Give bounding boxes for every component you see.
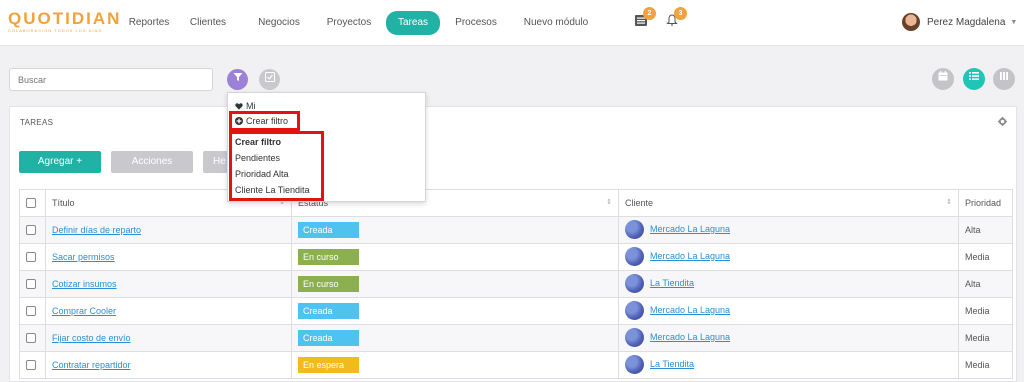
row-checkbox[interactable] [26, 225, 36, 236]
table-row[interactable]: Fijar costo de envío Creada Mercado La L… [19, 324, 1013, 352]
logo-tagline: COLABORACIÓN TODOS LOS DÍAS [8, 28, 102, 33]
task-title-link[interactable]: Contratar repartidor [52, 360, 131, 370]
top-navbar: QUOTIDIAN COLABORACIÓN TODOS LOS DÍAS Re… [0, 0, 1024, 46]
nav-tareas[interactable]: Tareas [386, 11, 440, 35]
nav-proyectos[interactable]: Proyectos [323, 13, 375, 33]
priority-cell: Media [958, 324, 1013, 352]
row-checkbox[interactable] [26, 333, 36, 344]
columns-icon [1000, 72, 1008, 80]
columns-view-button[interactable] [993, 68, 1015, 90]
tasks-table: Título ⇕ Estatus ⇕ Cliente ⇕ Prioridad Defi… [19, 189, 1013, 379]
table-row[interactable]: Definir días de reparto Creada Mercado L… [19, 216, 1013, 244]
client-link[interactable]: Mercado La Laguna [650, 305, 730, 315]
client-link[interactable]: La Tiendita [650, 359, 694, 369]
list-icon [969, 72, 979, 80]
priority-cell: Media [958, 243, 1013, 271]
tasks-badge: 2 [643, 7, 656, 20]
app-logo[interactable]: QUOTIDIAN COLABORACIÓN TODOS LOS DÍAS [8, 9, 122, 38]
tasks-panel: TAREAS Agregar + Acciones He Título ⇕ Est… [9, 106, 1017, 382]
client-link[interactable]: Mercado La Laguna [650, 224, 730, 234]
filter-button[interactable] [227, 69, 248, 90]
avatar [902, 13, 920, 31]
nav-reportes[interactable]: Reportes [125, 13, 173, 33]
task-title-link[interactable]: Cotizar insumos [52, 279, 117, 289]
status-badge: Creada [298, 222, 359, 238]
row-checkbox[interactable] [26, 279, 36, 290]
chevron-down-icon: ▼ [1010, 18, 1018, 26]
search-input[interactable] [9, 68, 213, 91]
calendar-view-button[interactable] [932, 68, 954, 90]
header-client[interactable]: Cliente ⇕ [618, 189, 959, 217]
priority-cell: Media [958, 297, 1013, 325]
task-title-link[interactable]: Definir días de reparto [52, 225, 141, 235]
actions-button[interactable]: Acciones [111, 151, 193, 173]
calendar-icon [938, 71, 948, 81]
client-link[interactable]: Mercado La Laguna [650, 251, 730, 261]
row-checkbox[interactable] [26, 360, 36, 371]
logo-text: QUOTIDIAN [8, 9, 122, 28]
client-link[interactable]: Mercado La Laguna [650, 332, 730, 342]
heart-icon [235, 103, 243, 110]
priority-cell: Media [958, 351, 1013, 379]
select-all-checkbox[interactable] [19, 189, 46, 217]
status-badge: En curso [298, 249, 359, 265]
nav-procesos[interactable]: Procesos [453, 13, 499, 33]
task-title-link[interactable]: Comprar Cooler [52, 306, 116, 316]
status-badge: En espera [298, 357, 359, 373]
row-checkbox[interactable] [26, 252, 36, 263]
status-badge: Creada [298, 303, 359, 319]
nav-negocios[interactable]: Negocios [255, 13, 303, 33]
notifications-badge: 3 [674, 7, 687, 20]
tasks-icon[interactable]: 2 [633, 7, 656, 30]
check-button[interactable] [259, 69, 280, 90]
header-priority[interactable]: Prioridad [958, 189, 1013, 217]
table-header-row: Título ⇕ Estatus ⇕ Cliente ⇕ Prioridad [19, 189, 1013, 217]
task-title-link[interactable]: Sacar permisos [52, 252, 115, 262]
gear-icon[interactable] [998, 117, 1007, 129]
nav-nuevo-modulo[interactable]: Nuevo módulo [522, 13, 590, 33]
client-avatar [625, 327, 644, 347]
nav-clientes[interactable]: Clientes [187, 13, 229, 33]
sort-icon[interactable]: ⇕ [606, 198, 612, 206]
table-row[interactable]: Cotizar insumos En curso La Tiendita Alt… [19, 270, 1013, 298]
table-row[interactable]: Sacar permisos En curso Mercado La Lagun… [19, 243, 1013, 271]
highlight-box-filters [229, 131, 324, 201]
client-avatar [625, 273, 644, 293]
check-icon [264, 72, 275, 82]
task-title-link[interactable]: Fijar costo de envío [52, 333, 131, 343]
highlight-box-create-filter [229, 111, 300, 131]
filter-dropdown: Mi Crear filtro Crear filtro Pendientes … [227, 92, 426, 202]
client-avatar [625, 219, 644, 239]
priority-cell: Alta [958, 270, 1013, 298]
user-menu[interactable]: Perez Magdalena ▼ [902, 11, 1017, 33]
client-avatar [625, 300, 644, 320]
table-row[interactable]: Comprar Cooler Creada Mercado La Laguna … [19, 297, 1013, 325]
priority-cell: Alta [958, 216, 1013, 244]
status-badge: Creada [298, 330, 359, 346]
bell-icon[interactable]: 3 [664, 7, 687, 30]
row-checkbox[interactable] [26, 306, 36, 317]
add-button[interactable]: Agregar + [19, 151, 101, 173]
client-link[interactable]: La Tiendita [650, 278, 694, 288]
filter-icon [233, 73, 242, 81]
panel-title: TAREAS [20, 118, 54, 127]
status-badge: En curso [298, 276, 359, 292]
client-avatar [625, 246, 644, 266]
client-avatar [625, 354, 644, 374]
user-name: Perez Magdalena [927, 16, 1006, 28]
sort-icon[interactable]: ⇕ [946, 198, 952, 206]
list-view-button[interactable] [963, 68, 985, 90]
table-row[interactable]: Contratar repartidor En espera La Tiendi… [19, 351, 1013, 379]
